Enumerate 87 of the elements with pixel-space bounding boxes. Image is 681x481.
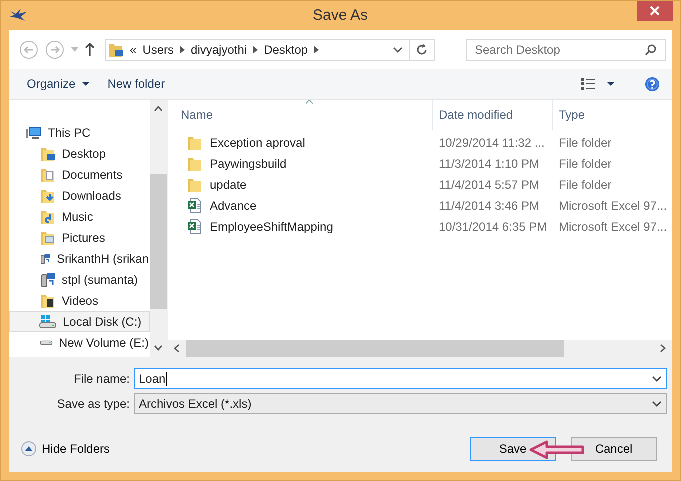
- scroll-left-icon[interactable]: [174, 344, 180, 353]
- nav-item[interactable]: SrikanthH (srikan: [9, 248, 150, 269]
- folder-icon: [40, 166, 56, 182]
- column-header[interactable]: Type: [553, 100, 672, 130]
- column-header[interactable]: Date modified: [433, 100, 553, 130]
- folder-icon: [187, 134, 203, 150]
- window-title: Save As: [312, 7, 368, 24]
- scrollbar[interactable]: [168, 340, 672, 357]
- spreadsheet-file-icon: [187, 218, 203, 234]
- table-cell-text: 11/3/2014 1:10 PM: [438, 156, 541, 170]
- breadcrumb-overflow[interactable]: «: [130, 42, 137, 56]
- table-cell-text: 11/4/2014 5:57 PM: [438, 178, 541, 192]
- nav-item[interactable]: Videos: [9, 290, 150, 311]
- organize-menu[interactable]: Organize: [21, 74, 96, 94]
- scroll-down-icon[interactable]: [154, 345, 163, 351]
- collapse-icon: [21, 441, 37, 457]
- file-name[interactable]: EmployeeShiftMapping: [210, 220, 334, 234]
- scrollbar[interactable]: [150, 100, 167, 357]
- folder-icon: [40, 188, 56, 204]
- refresh-icon: [416, 44, 428, 56]
- breadcrumb-item[interactable]: Users: [142, 42, 174, 56]
- folder-icon: [40, 292, 56, 308]
- up-arrow-icon[interactable]: [85, 43, 95, 56]
- table-cell-text: 11/4/2014 3:46 PM: [438, 198, 541, 212]
- dropdown-icon[interactable]: [652, 376, 662, 382]
- nav-item[interactable]: Local Disk (C:): [9, 311, 150, 332]
- sort-icon: [306, 100, 313, 104]
- file-name[interactable]: Exception aproval: [210, 136, 306, 150]
- file-name-field[interactable]: Loan: [134, 368, 667, 389]
- hide-folders-button[interactable]: Hide Folders: [21, 441, 110, 457]
- column-label: Name: [181, 108, 214, 122]
- table-cell-text: File folder: [558, 136, 613, 150]
- close-button[interactable]: [637, 1, 673, 21]
- file-name[interactable]: Paywingsbuild: [210, 156, 287, 170]
- new-folder-button[interactable]: New folder: [102, 74, 172, 94]
- table-cell-text: 10/31/2014 6:35 PM: [438, 220, 548, 234]
- dropdown-icon: [652, 400, 662, 406]
- chevron-icon[interactable]: [314, 46, 320, 54]
- breadcrumb-item[interactable]: divyajyothi: [191, 42, 248, 56]
- file-type-dropdown[interactable]: Archivos Excel (*.xls): [134, 393, 667, 414]
- view-options-icon[interactable]: [581, 78, 615, 90]
- breadcrumb-item[interactable]: Desktop: [264, 42, 308, 56]
- nav-item[interactable]: Pictures: [9, 227, 150, 248]
- nav-item[interactable]: Desktop: [9, 143, 150, 164]
- field-label: File name:: [72, 372, 131, 386]
- search-field[interactable]: Search Desktop: [466, 38, 666, 60]
- nav-item[interactable]: Documents: [9, 164, 150, 185]
- folder-icon: [108, 42, 124, 58]
- chevron-icon[interactable]: [253, 46, 258, 54]
- chevron-icon[interactable]: [180, 46, 186, 54]
- close-icon: [650, 6, 660, 16]
- system-drive-icon: [39, 314, 57, 328]
- folder-icon: [40, 230, 56, 246]
- spreadsheet-file-icon: [187, 198, 203, 214]
- field-label: Save as type:: [56, 396, 131, 410]
- scroll-right-icon[interactable]: [660, 344, 666, 353]
- bird-icon: [9, 8, 29, 22]
- scroll-up-icon[interactable]: [154, 106, 163, 112]
- nav-item[interactable]: New Volume (E:): [9, 332, 150, 353]
- folder-icon: [40, 146, 56, 162]
- nav-item[interactable]: This PC: [9, 122, 150, 143]
- column-header[interactable]: Name: [168, 100, 433, 130]
- help-icon[interactable]: [645, 76, 660, 92]
- network-folder-icon: [40, 272, 56, 288]
- folder-icon: [187, 176, 203, 192]
- cancel-button[interactable]: Cancel: [571, 437, 657, 461]
- nav-item[interactable]: Music: [9, 206, 150, 227]
- caret-icon: [82, 82, 90, 86]
- table-cell-text: File folder: [558, 178, 613, 192]
- nav-item[interactable]: stpl (sumanta): [9, 269, 150, 290]
- scroll-thumb[interactable]: [186, 340, 564, 357]
- drive-icon: [40, 340, 53, 346]
- search-icon: [645, 44, 657, 56]
- file-name[interactable]: Advance: [210, 198, 257, 212]
- folder-icon: [40, 208, 56, 224]
- table-cell-text: Microsoft Excel 97...: [558, 220, 668, 234]
- computer-icon: [26, 126, 42, 140]
- nav-item[interactable]: Downloads: [9, 185, 150, 206]
- table-cell-text: Microsoft Excel 97...: [558, 198, 668, 212]
- annotation-arrow: [529, 440, 585, 460]
- address-bar[interactable]: « Users divyajyothi Desktop: [105, 38, 435, 60]
- file-name[interactable]: update: [210, 178, 247, 192]
- table-cell-text: 10/29/2014 11:32 ...: [438, 136, 546, 150]
- dropdown-icon[interactable]: [393, 46, 403, 52]
- scroll-thumb[interactable]: [150, 174, 167, 309]
- table-cell-text: File folder: [558, 156, 613, 170]
- folder-icon: [187, 156, 203, 172]
